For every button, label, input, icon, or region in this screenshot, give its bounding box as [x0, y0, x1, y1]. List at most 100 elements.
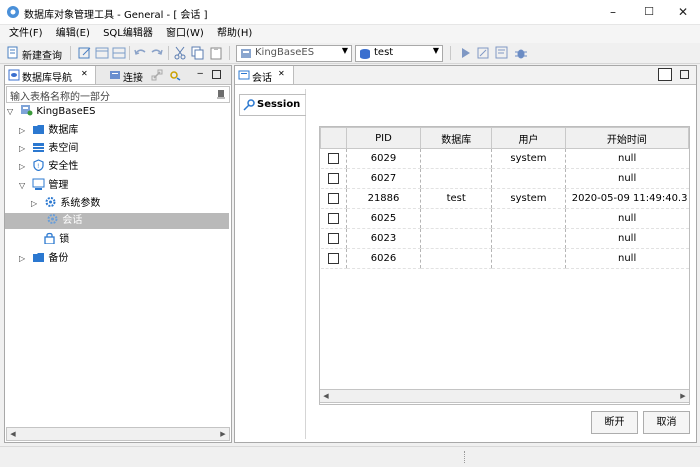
cell-pid: 21886	[345, 188, 421, 209]
tab-sessions[interactable]: 会话 ✕	[235, 66, 294, 84]
expand-icon[interactable]: ▽	[7, 104, 17, 120]
menu-file[interactable]: 文件(F)	[0, 25, 48, 43]
maximize-view-icon[interactable]	[212, 70, 221, 79]
close-button[interactable]: ✕	[666, 0, 700, 24]
svg-text:!: !	[37, 163, 39, 170]
cell-pid: 6029	[345, 148, 421, 169]
header-database[interactable]: 数据库	[420, 127, 493, 149]
scroll-right-icon[interactable]: ▶	[217, 428, 229, 440]
tree-node-tablespaces[interactable]: ▷ 表空间	[19, 141, 78, 157]
status-separator	[464, 451, 466, 463]
menu-edit[interactable]: 编辑(E)	[51, 25, 95, 43]
minimize-button[interactable]: –	[596, 0, 630, 24]
close-icon[interactable]: ✕	[278, 69, 285, 78]
expand-icon[interactable]: ▷	[19, 141, 29, 157]
tree-node-label: 备份	[48, 253, 69, 264]
expand-icon[interactable]: ▷	[19, 159, 29, 175]
configure-icon[interactable]	[169, 69, 181, 81]
new-query-button[interactable]: 新建查询	[6, 45, 68, 62]
tab-database-navigator-label: 数据库导航	[22, 73, 72, 84]
shield-icon: !	[33, 159, 44, 172]
maximize-button[interactable]: ☐	[632, 0, 666, 24]
row-checkbox[interactable]	[327, 152, 339, 164]
debug-icon[interactable]	[514, 46, 528, 60]
expand-icon[interactable]: ▷	[31, 196, 41, 212]
filter-input[interactable]: 输入表格名称的一部分	[6, 86, 230, 103]
table-row[interactable]: 6025 null	[320, 208, 689, 229]
cell-database	[420, 168, 492, 189]
cell-database: test	[420, 188, 492, 209]
new-query-icon	[7, 46, 18, 59]
tree-node-security[interactable]: ▷ ! 安全性	[19, 159, 78, 175]
edit-icon[interactable]	[78, 46, 92, 60]
row-checkbox[interactable]	[327, 172, 339, 184]
menu-sql-editor[interactable]: SQL编辑器	[98, 25, 158, 43]
cancel-button[interactable]: 取消	[643, 411, 690, 434]
expand-icon[interactable]: ▷	[19, 123, 29, 139]
menu-window[interactable]: 窗口(W)	[161, 25, 209, 43]
copy-icon[interactable]	[191, 46, 205, 60]
undo-icon[interactable]	[133, 46, 147, 60]
header-start-time[interactable]: 开始时间	[564, 127, 689, 149]
tree-node-backup[interactable]: ▷ 备份	[19, 251, 68, 267]
tree-node-system-params[interactable]: ▷ 系统参数	[31, 196, 100, 212]
eraser-icon[interactable]	[215, 88, 227, 100]
header-user[interactable]: 用户	[491, 127, 566, 149]
redo-icon[interactable]	[150, 46, 164, 60]
paste-icon[interactable]	[209, 46, 223, 60]
row-checkbox[interactable]	[327, 232, 339, 244]
scroll-right-icon[interactable]: ▶	[677, 390, 689, 402]
cell-pid: 6027	[345, 168, 421, 189]
collapse-icon[interactable]: ▽	[19, 178, 29, 194]
maximize-view-icon[interactable]	[680, 70, 689, 79]
side-tab-session[interactable]: Session	[239, 94, 306, 116]
format-icon[interactable]	[495, 46, 509, 60]
restore-view-icon[interactable]	[658, 68, 672, 81]
row-checkbox[interactable]	[327, 252, 339, 264]
close-icon[interactable]: ✕	[81, 69, 88, 78]
tree-node-locks[interactable]: 锁	[43, 232, 69, 248]
table-row[interactable]: 21886 test system 2020-05-09 11:49:40.3	[320, 188, 689, 209]
manage-icon	[32, 178, 45, 190]
link-icon[interactable]	[151, 69, 163, 81]
disconnect-button[interactable]: 断开	[591, 411, 638, 434]
window-split-icon[interactable]	[112, 46, 126, 60]
tree-node-management[interactable]: ▽ 管理	[19, 178, 68, 194]
window-icon[interactable]	[95, 46, 109, 60]
menu-help[interactable]: 帮助(H)	[212, 25, 257, 43]
server-combo[interactable]: KingBaseES ▼	[236, 45, 352, 62]
tab-database-navigator[interactable]: 数据库导航 ✕	[5, 66, 96, 84]
table-row[interactable]: 6023 null	[320, 228, 689, 249]
navigator-tab-strip: 数据库导航 ✕ 连接 ‒	[5, 66, 231, 85]
run-icon[interactable]	[458, 46, 472, 60]
header-pid[interactable]: PID	[345, 127, 422, 149]
navigator-horizontal-scrollbar[interactable]: ◀ ▶	[6, 427, 230, 441]
table-row[interactable]: 6027 null	[320, 168, 689, 189]
cell-pid: 6026	[345, 248, 421, 269]
row-checkbox[interactable]	[327, 212, 339, 224]
table-row[interactable]: 6029 system null	[320, 148, 689, 169]
cell-start-time: null	[564, 168, 689, 189]
scroll-left-icon[interactable]: ◀	[7, 428, 19, 440]
table-row[interactable]: 6026 null	[320, 248, 689, 269]
toolbar-separator	[168, 46, 169, 60]
explain-icon[interactable]	[476, 46, 490, 60]
minimize-view-icon[interactable]: ‒	[197, 66, 203, 82]
tree-node-kingbasees[interactable]: ▽ KingBaseES	[7, 104, 95, 120]
expand-icon[interactable]: ▷	[19, 251, 29, 267]
cut-icon[interactable]	[173, 46, 187, 60]
table-horizontal-scrollbar[interactable]: ◀ ▶	[320, 389, 689, 403]
server-icon	[241, 49, 251, 58]
database-navigator-panel: 数据库导航 ✕ 连接 ‒ 输入表格名称的一部分 ▽ KingBaseES ▷ 数…	[4, 65, 232, 443]
database-combo[interactable]: test ▼	[355, 45, 443, 62]
cell-user	[491, 228, 566, 249]
cell-start-time: null	[564, 148, 689, 169]
tree-node-databases[interactable]: ▷ 数据库	[19, 123, 78, 139]
tree-node-sessions[interactable]: 会话	[5, 213, 229, 229]
row-checkbox[interactable]	[327, 192, 339, 204]
session-editor-panel: 会话 ✕ Session PID 数据库 用户 开始时间 6029 system…	[234, 65, 697, 443]
editor-tab-strip: 会话 ✕	[235, 66, 696, 85]
table-header-row: PID 数据库 用户 开始时间	[320, 127, 689, 149]
title-bar: 数据库对象管理工具 - General - [ 会话 ] – ☐ ✕	[0, 0, 700, 25]
scroll-left-icon[interactable]: ◀	[320, 390, 332, 402]
